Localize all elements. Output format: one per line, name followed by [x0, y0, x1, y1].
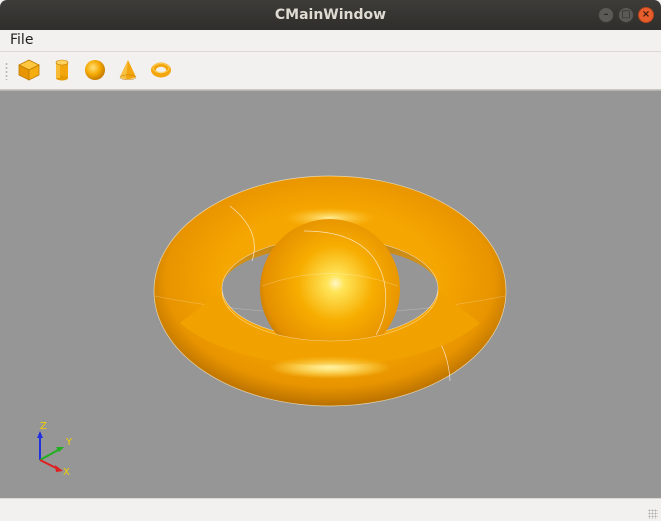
torus-icon [151, 62, 171, 78]
y-axis-label: Y [65, 437, 73, 448]
main-window: CMainWindow – □ × File Z Y X [0, 0, 661, 521]
torus-front-highlight [268, 356, 392, 378]
y-axis-line [39, 448, 61, 461]
toolbar [0, 52, 661, 90]
x-axis-arrow-icon [55, 465, 63, 472]
scene-canvas: Z Y X [37, 175, 507, 478]
z-axis-label: Z [40, 421, 47, 432]
title-bar[interactable]: CMainWindow – □ × [0, 0, 661, 30]
toolbar-grip-handle[interactable] [5, 62, 8, 80]
x-axis-label: X [63, 467, 70, 478]
box-icon [18, 59, 40, 81]
cone-icon [119, 60, 137, 80]
z-axis-arrow-icon [37, 431, 43, 438]
make-cone-button[interactable] [115, 57, 141, 83]
make-box-button[interactable] [16, 57, 42, 83]
x-axis-line [39, 459, 59, 470]
maximize-button[interactable]: □ [618, 7, 634, 23]
axis-triad: Z Y X [37, 421, 73, 478]
resize-grip-icon[interactable] [648, 509, 658, 519]
make-cylinder-button[interactable] [49, 57, 75, 83]
window-title: CMainWindow [274, 7, 387, 23]
menu-file[interactable]: File [4, 30, 39, 51]
cylinder-icon [55, 59, 69, 81]
make-torus-button[interactable] [148, 57, 174, 83]
close-button[interactable]: × [638, 7, 654, 23]
status-bar [0, 498, 661, 521]
3d-viewport[interactable]: Z Y X [0, 90, 661, 499]
minimize-button[interactable]: – [598, 7, 614, 23]
sphere-icon [85, 60, 105, 80]
make-sphere-button[interactable] [82, 57, 108, 83]
menu-bar: File [0, 30, 661, 52]
